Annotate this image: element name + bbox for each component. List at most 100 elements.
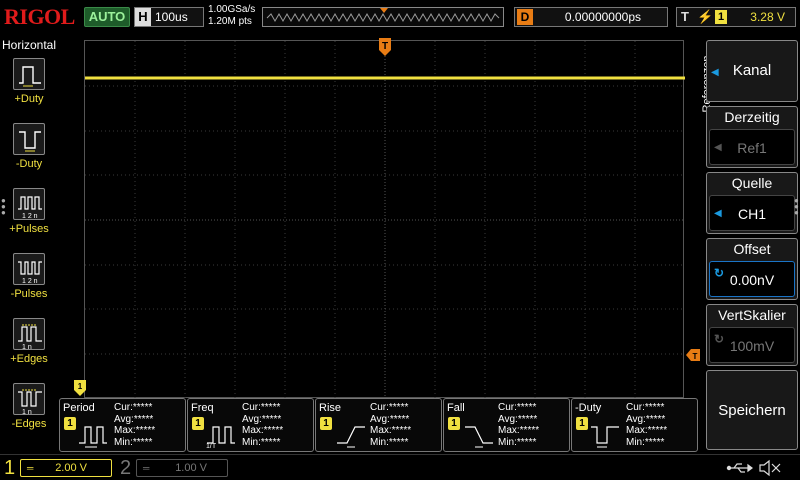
measurement-stats: Cur:***** Avg:***** Max:***** Min:*****	[498, 402, 539, 448]
vertskalier-title: VertSkalier	[718, 307, 786, 323]
stat-min: Min:*****	[498, 436, 537, 448]
negative-duty-icon	[13, 123, 45, 155]
delay-value: 0.00000000ps	[564, 10, 641, 24]
ch1-offset-marker[interactable]: 1	[74, 380, 86, 396]
graticule	[85, 41, 685, 399]
stat-min: Min:*****	[114, 436, 153, 448]
measurement-channel-badge: 1	[576, 417, 588, 430]
svg-text:1 n: 1 n	[22, 344, 32, 351]
measurement-rise[interactable]: Rise 1 Cur:***** Avg:***** Max:***** Min…	[315, 398, 442, 452]
memory-overview-waveform	[266, 8, 500, 23]
menu-item-negative-pulses[interactable]: 1 2 n -Pulses	[2, 253, 56, 315]
fall-time-icon	[465, 426, 493, 448]
speichern-label: Speichern	[718, 402, 786, 419]
offset-button[interactable]: Offset ↻ 0.00nV	[706, 238, 798, 300]
menu-item-negative-edges[interactable]: 1 n -Edges	[2, 383, 56, 445]
measurement-name: Rise	[319, 402, 342, 414]
offset-value-box[interactable]: ↻ 0.00nV	[709, 261, 795, 297]
speaker-muted-icon	[759, 459, 781, 477]
measurement-stats: Cur:***** Avg:***** Max:***** Min:*****	[626, 402, 667, 448]
horizontal-measure-menu: Horizontal +Duty -Duty 1 2 n +Pulses 1 2…	[0, 36, 58, 454]
ch1-scale-value: 2.00 V	[55, 462, 87, 474]
measurement-stats: Cur:***** Avg:***** Max:***** Min:*****	[370, 402, 411, 448]
quelle-value-box: ◀ CH1	[709, 195, 795, 231]
vertskalier-button[interactable]: VertSkalier ↻ 100mV	[706, 304, 798, 366]
ch2-scale-box[interactable]: ═ 1.00 V	[136, 459, 228, 477]
sampling-info: 1.00GSa/s 1.20M pts	[208, 4, 255, 28]
measurement-channel-badge: 1	[64, 417, 76, 430]
memory-depth: 1.20M pts	[208, 16, 252, 27]
ch2-scale-value: 1.00 V	[175, 462, 207, 474]
ch1-scale-box[interactable]: ═ 2.00 V	[20, 459, 112, 477]
speichern-button[interactable]: Speichern	[706, 370, 798, 450]
dc-coupling-icon: ═	[27, 463, 34, 473]
left-menu-title: Horizontal	[2, 38, 57, 52]
menu-item-label: -Edges	[11, 418, 47, 430]
channel-status-bar: 1 ═ 2.00 V 2 ═ 1.00 V	[0, 454, 800, 480]
menu-item-positive-edges[interactable]: 1 n +Edges	[2, 318, 56, 380]
stat-min: Min:*****	[626, 436, 665, 448]
stat-max: Max:*****	[626, 425, 668, 436]
trigger-display[interactable]: T ⚡ 1 3.28 V	[676, 7, 796, 27]
stat-max: Max:*****	[114, 425, 156, 436]
svg-text:T: T	[693, 352, 698, 361]
derzeitig-value: Ref1	[737, 140, 767, 156]
dc-coupling-icon: ═	[143, 463, 150, 473]
trigger-label: T	[681, 9, 689, 24]
menu-item-negative-duty[interactable]: -Duty	[2, 123, 56, 185]
ch2-number[interactable]: 2	[120, 456, 131, 480]
trigger-source-badge: 1	[715, 10, 727, 24]
horizontal-timebase[interactable]: H 100us	[134, 7, 204, 27]
measurement-stats: Cur:***** Avg:***** Max:***** Min:*****	[114, 402, 155, 448]
horizontal-label: H	[135, 8, 151, 26]
period-icon	[79, 426, 107, 448]
rise-time-icon	[337, 426, 365, 448]
ch1-number[interactable]: 1	[4, 456, 15, 480]
stat-min: Min:*****	[370, 436, 409, 448]
svg-text:1 2 n: 1 2 n	[22, 278, 38, 285]
stat-max: Max:*****	[370, 425, 412, 436]
svg-text:1 n: 1 n	[22, 409, 32, 416]
menu-item-positive-pulses[interactable]: 1 2 n +Pulses	[2, 188, 56, 250]
stat-cur: Cur:*****	[498, 402, 537, 413]
quelle-title: Quelle	[731, 175, 773, 191]
positive-edges-icon: 1 n	[13, 318, 45, 351]
negative-edges-icon: 1 n	[13, 383, 45, 416]
measurement-freq[interactable]: Freq 1 1/T Cur:***** Avg:***** Max:*****…	[187, 398, 314, 452]
negative-duty-icon	[591, 426, 619, 448]
trigger-position-marker[interactable]: T	[379, 38, 391, 56]
stat-avg: Avg:*****	[242, 413, 282, 425]
stat-cur: Cur:*****	[370, 402, 409, 413]
measurement-stats: Cur:***** Avg:***** Max:***** Min:*****	[242, 402, 283, 448]
offset-title: Offset	[733, 241, 771, 257]
measurement-name: Freq	[191, 402, 214, 414]
menu-item-label: +Pulses	[9, 223, 49, 235]
measurement-period[interactable]: Period 1 Cur:***** Avg:***** Max:***** M…	[59, 398, 186, 452]
derzeitig-button[interactable]: Derzeitig ◀ Ref1	[706, 106, 798, 168]
auto-button[interactable]: AUTO	[84, 7, 130, 27]
vertskalier-value-box: ↻ 100mV	[709, 327, 795, 363]
sample-rate: 1.00GSa/s	[208, 4, 256, 15]
quelle-button[interactable]: Quelle ◀ CH1	[706, 172, 798, 234]
frequency-icon: 1/T	[206, 426, 235, 449]
svg-text:T: T	[382, 41, 388, 52]
measurement-negative-duty[interactable]: -Duty 1 Cur:***** Avg:***** Max:***** Mi…	[571, 398, 698, 452]
rising-edge-icon: ⚡	[697, 9, 714, 24]
svg-text:1: 1	[78, 382, 83, 391]
usb-icon	[726, 463, 753, 473]
measurement-fall[interactable]: Fall 1 Cur:***** Avg:***** Max:***** Min…	[443, 398, 570, 452]
kanal-label: Kanal	[732, 62, 772, 79]
stat-cur: Cur:*****	[242, 402, 281, 413]
kanal-button[interactable]: ◀ Kanal	[706, 40, 798, 102]
trigger-level-value: 3.28 V	[750, 10, 785, 24]
menu-item-positive-duty[interactable]: +Duty	[2, 58, 56, 120]
waveform-display	[84, 40, 685, 399]
svg-text:1/T: 1/T	[206, 443, 217, 449]
delay-display[interactable]: D 0.00000000ps	[514, 7, 668, 27]
positive-pulses-icon: 1 2 n	[13, 188, 45, 220]
measurement-name: Fall	[447, 402, 465, 414]
trigger-level-marker[interactable]: T	[686, 349, 700, 361]
derzeitig-title: Derzeitig	[724, 109, 780, 125]
measurement-bar: Period 1 Cur:***** Avg:***** Max:***** M…	[58, 398, 700, 452]
stat-min: Min:*****	[242, 436, 281, 448]
